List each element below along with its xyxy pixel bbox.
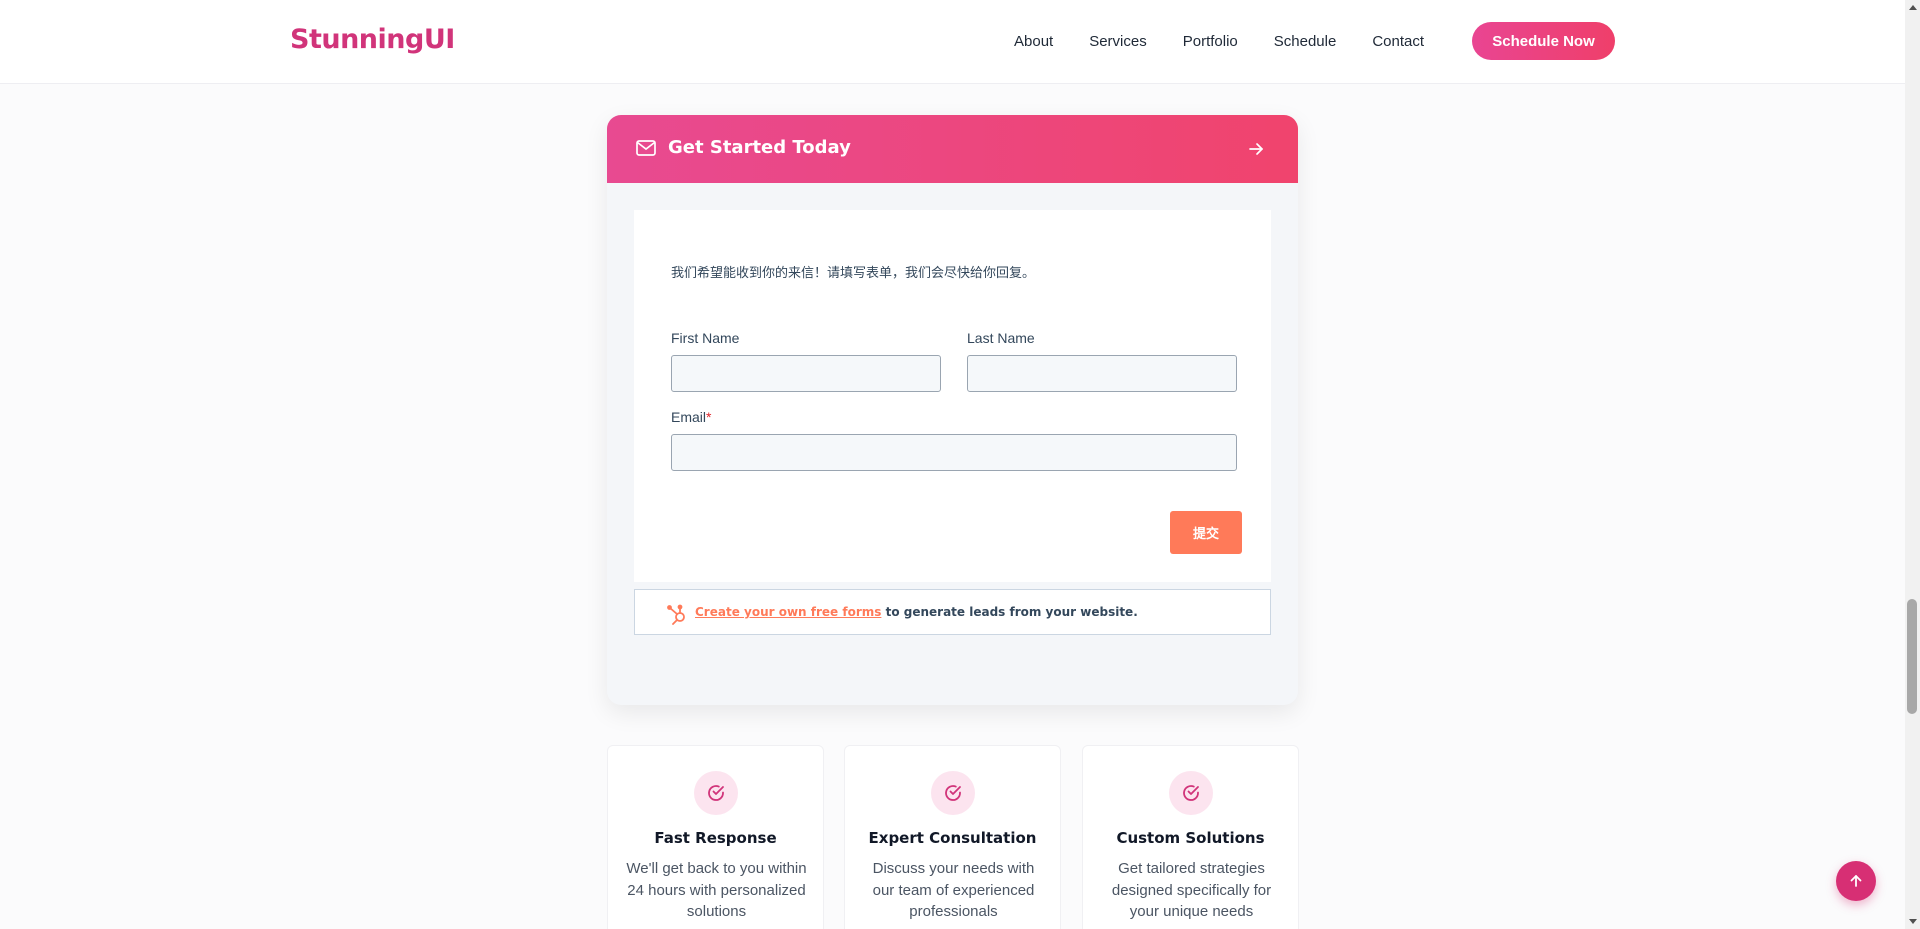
- nav-link-about[interactable]: About: [1014, 33, 1053, 50]
- first-name-label: First Name: [671, 330, 740, 346]
- nav-link-portfolio[interactable]: Portfolio: [1183, 33, 1238, 50]
- first-name-input[interactable]: [671, 355, 941, 392]
- page-scrollbar[interactable]: [1905, 0, 1920, 929]
- feature-title: Custom Solutions: [1116, 829, 1265, 847]
- feature-card-custom-solutions: Custom Solutions Get tailored strategies…: [1082, 745, 1299, 929]
- feature-description: Get tailored strategies designed specifi…: [1111, 860, 1272, 920]
- email-input[interactable]: [671, 434, 1237, 471]
- get-started-card: Get Started Today 我们希望能收到你的来信！请填写表单，我们会尽…: [607, 115, 1298, 705]
- feature-card-fast-response: Fast Response We'll get back to you with…: [607, 745, 824, 929]
- contact-form: 我们希望能收到你的来信！请填写表单，我们会尽快给你回复。 First Name …: [634, 210, 1271, 582]
- check-circle-icon: [931, 771, 975, 815]
- arrow-up-icon: [1850, 875, 1862, 887]
- schedule-now-button[interactable]: Schedule Now: [1472, 22, 1615, 60]
- nav-link-services[interactable]: Services: [1089, 33, 1147, 50]
- hubspot-logo-icon: [667, 604, 685, 625]
- nav-link-schedule[interactable]: Schedule: [1274, 33, 1337, 50]
- scroll-down-arrow-icon[interactable]: [1909, 919, 1917, 924]
- main-nav: About Services Portfolio Schedule Contac…: [1014, 33, 1460, 50]
- feature-title: Expert Consultation: [868, 829, 1037, 847]
- feature-title: Fast Response: [654, 829, 777, 847]
- feature-description: Discuss your needs with our team of expe…: [872, 860, 1035, 920]
- check-circle-icon: [1169, 771, 1213, 815]
- create-free-forms-link[interactable]: Create your own free forms: [695, 605, 881, 619]
- email-label: Email*: [671, 409, 711, 425]
- site-header: StunningUI About Services Portfolio Sche…: [0, 0, 1905, 84]
- last-name-label: Last Name: [967, 330, 1035, 346]
- form-intro-text: 我们希望能收到你的来信！请填写表单，我们会尽快给你回复。: [671, 266, 1036, 281]
- hubspot-banner: Create your own free forms to generate l…: [634, 589, 1271, 635]
- feature-card-expert-consultation: Expert Consultation Discuss your needs w…: [844, 745, 1061, 929]
- scroll-up-arrow-icon[interactable]: [1909, 5, 1917, 10]
- card-header: Get Started Today: [607, 115, 1298, 183]
- arrow-right-icon[interactable]: [1247, 140, 1265, 158]
- card-title: Get Started Today: [668, 137, 851, 158]
- hubspot-suffix: to generate leads from your website.: [881, 605, 1138, 619]
- submit-button[interactable]: 提交: [1170, 511, 1242, 554]
- nav-link-contact[interactable]: Contact: [1372, 33, 1424, 50]
- scrollbar-thumb[interactable]: [1907, 599, 1917, 714]
- scroll-to-top-button[interactable]: [1836, 861, 1876, 901]
- email-label-text: Email: [671, 409, 707, 425]
- check-circle-icon: [694, 771, 738, 815]
- site-logo[interactable]: StunningUI: [290, 24, 455, 55]
- feature-description: We'll get back to you within 24 hours wi…: [626, 860, 807, 920]
- mail-icon: [636, 140, 656, 156]
- last-name-input[interactable]: [967, 355, 1237, 392]
- hubspot-text: Create your own free forms to generate l…: [695, 605, 1138, 619]
- required-mark: *: [706, 409, 712, 425]
